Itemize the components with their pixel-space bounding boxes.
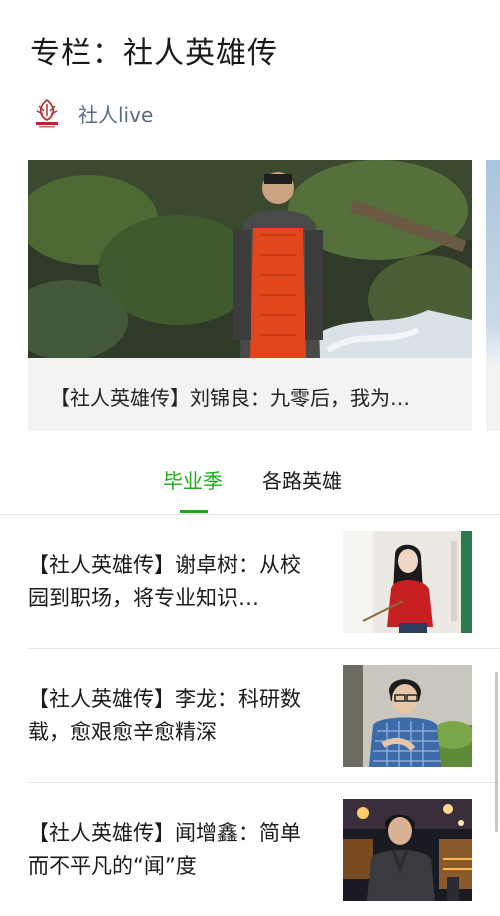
article-list: 【社人英雄传】谢卓树：从校园到职场，将专业知识… 【社人英雄传】李龙：科研数载，…: [0, 515, 500, 916]
list-item[interactable]: 【社人英雄传】李龙：科研数载，愈艰愈辛愈精深: [28, 649, 500, 783]
scrollbar[interactable]: [495, 672, 498, 832]
page-title: 专栏：社人英雄传: [30, 36, 278, 71]
tab-all-heroes[interactable]: 各路英雄: [262, 465, 342, 494]
list-item[interactable]: 【社人英雄传】闻增鑫：简单而不平凡的“闻”度: [28, 783, 500, 916]
article-title: 【社人英雄传】闻增鑫：简单而不平凡的“闻”度: [28, 821, 301, 878]
article-thumbnail: [343, 665, 472, 767]
school-seal-icon: [30, 96, 64, 130]
article-title: 【社人英雄传】李龙：科研数载，愈艰愈辛愈精深: [28, 687, 301, 744]
active-tab-indicator: [180, 510, 208, 513]
tab-graduation-season[interactable]: 毕业季: [163, 465, 223, 494]
article-title: 【社人英雄传】谢卓树：从校园到职场，将专业知识…: [28, 553, 301, 610]
featured-card-title: 【社人英雄传】刘锦良：九零后，我为…: [50, 386, 410, 410]
account-name: 社人live: [78, 102, 154, 127]
featured-card[interactable]: 【社人英雄传】刘锦良：九零后，我为…: [28, 160, 472, 431]
tab-bar: 毕业季 各路英雄: [0, 465, 500, 515]
account-info[interactable]: 社人live: [30, 95, 153, 131]
article-thumbnail: [343, 531, 472, 633]
featured-carousel[interactable]: 【社人英雄传】刘锦良：九零后，我为…: [28, 160, 500, 432]
next-card-peek[interactable]: [486, 160, 500, 431]
article-thumbnail: [343, 799, 472, 901]
list-item[interactable]: 【社人英雄传】谢卓树：从校园到职场，将专业知识…: [28, 515, 500, 649]
featured-card-image: [28, 160, 472, 358]
